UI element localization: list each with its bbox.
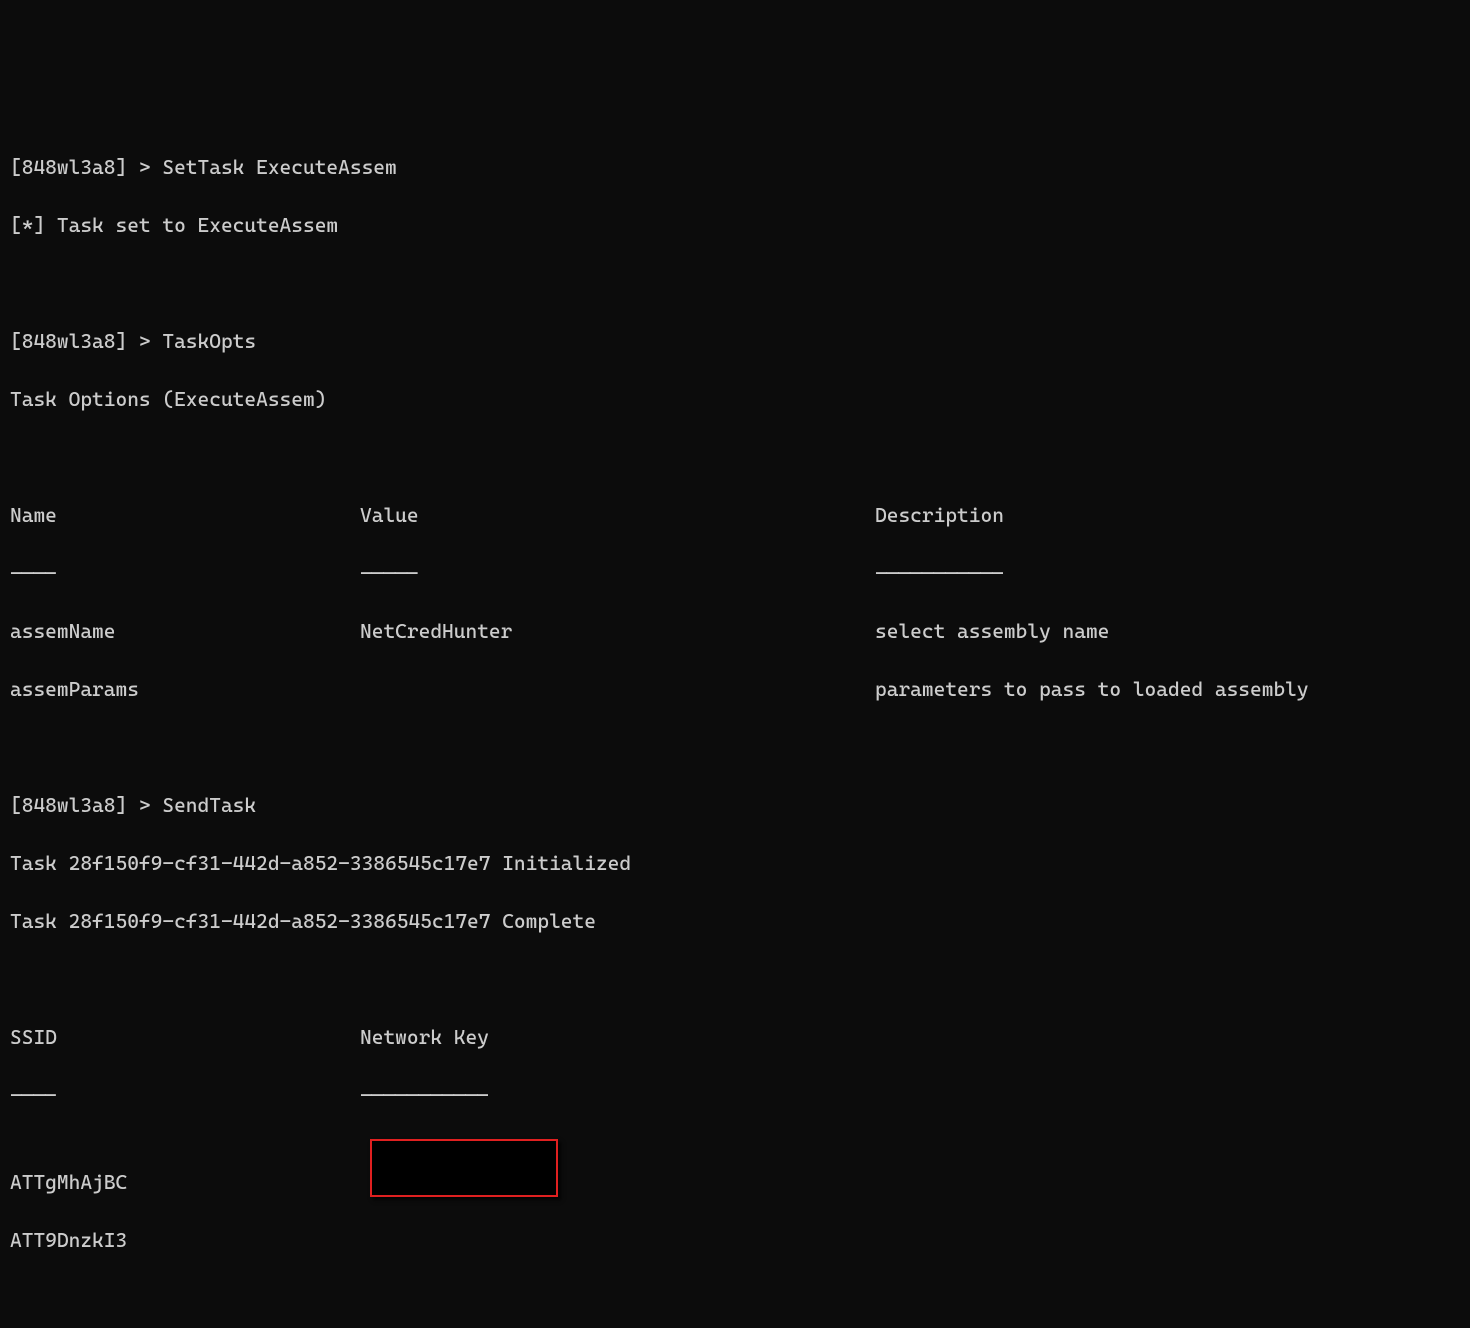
sendtask-line: [848wl3a8] > SendTask — [10, 791, 1460, 820]
prompt-bracket-open: [ — [10, 329, 22, 353]
prompt-bracket-close: ] > — [115, 329, 162, 353]
session-id: 848wl3a8 — [22, 155, 116, 179]
network-header-row: SSIDNetwork Key — [10, 1023, 1460, 1052]
dash-description: ----------- — [875, 559, 1004, 588]
redaction-box — [370, 1139, 558, 1197]
settask-command: SetTask ExecuteAssem — [162, 155, 396, 179]
header-value: Value — [360, 501, 875, 530]
dash-ssid: ---- — [10, 1081, 360, 1110]
prompt-bracket-close: ] > — [115, 155, 162, 179]
blank-line — [10, 269, 1460, 298]
network-rows-container: ATTgMhAjBC ATT9DnzkI3 — [10, 1139, 1460, 1313]
options-row: assemNameNetCredHunterselect assembly na… — [10, 617, 1460, 646]
options-dash-row: -------------------- — [10, 559, 1460, 588]
header-ssid: SSID — [10, 1023, 360, 1052]
taskopts-line: [848wl3a8] > TaskOpts — [10, 327, 1460, 356]
dash-value: ----- — [360, 559, 875, 588]
dash-name: ---- — [10, 559, 360, 588]
network-dash-row: --------------- — [10, 1081, 1460, 1110]
ssid-value: ATT9DnzkI3 — [10, 1226, 360, 1255]
prompt-bracket-close: ] > — [115, 793, 162, 817]
opt-value: NetCredHunter — [360, 617, 875, 646]
task-initialized: Task 28f150f9-cf31-442d-a852-3386545c17e… — [10, 849, 1460, 878]
options-row: assemParams parameters to pass to loaded … — [10, 675, 1460, 704]
session-id: 848wl3a8 — [22, 329, 116, 353]
network-row: ATTgMhAjBC — [10, 1168, 1460, 1197]
session-id: 848wl3a8 — [22, 793, 116, 817]
ssid-value: ATTgMhAjBC — [10, 1168, 360, 1197]
terminal-output: [848wl3a8] > SetTask ExecuteAssem [*] Ta… — [10, 124, 1460, 1328]
header-description: Description — [875, 501, 1004, 530]
header-name: Name — [10, 501, 360, 530]
opt-name: assemParams — [10, 675, 360, 704]
opt-description: parameters to pass to loaded assembly — [875, 675, 1309, 704]
sendtask-command: SendTask — [162, 793, 256, 817]
blank-line — [10, 443, 1460, 472]
taskopts-command: TaskOpts — [162, 329, 256, 353]
blank-line — [10, 965, 1460, 994]
blank-line — [10, 733, 1460, 762]
prompt-bracket-open: [ — [10, 793, 22, 817]
settask-response: [*] Task set to ExecuteAssem — [10, 211, 1460, 240]
header-networkkey: Network Key — [360, 1023, 489, 1052]
prompt-bracket-open: [ — [10, 155, 22, 179]
network-row: ATT9DnzkI3 — [10, 1226, 1460, 1255]
dash-networkkey: ----------- — [360, 1081, 489, 1110]
options-header-row: NameValueDescription — [10, 501, 1460, 530]
task-complete: Task 28f150f9-cf31-442d-a852-3386545c17e… — [10, 907, 1460, 936]
settask-line: [848wl3a8] > SetTask ExecuteAssem — [10, 153, 1460, 182]
opt-name: assemName — [10, 617, 360, 646]
opt-description: select assembly name — [875, 617, 1109, 646]
taskopts-header: Task Options (ExecuteAssem) — [10, 385, 1460, 414]
